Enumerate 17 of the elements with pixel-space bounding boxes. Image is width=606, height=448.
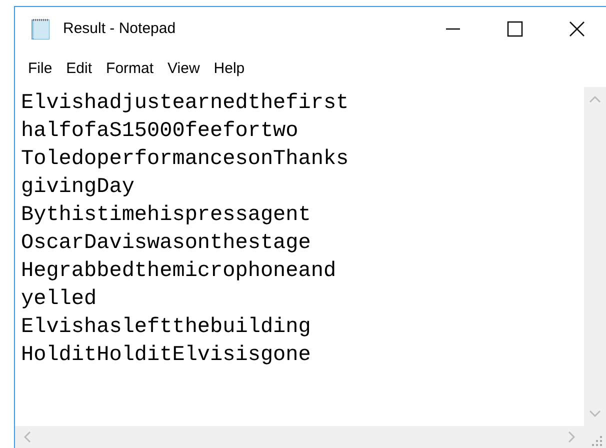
- close-icon: [569, 21, 585, 37]
- scroll-down-icon[interactable]: [589, 410, 601, 418]
- resize-grip-icon[interactable]: [592, 436, 602, 446]
- menu-item[interactable]: Help: [206, 58, 252, 80]
- scroll-right-icon[interactable]: [568, 431, 576, 443]
- window-title: Result - Notepad: [63, 18, 176, 39]
- minimize-icon: [445, 28, 461, 30]
- menu-item[interactable]: Format: [99, 58, 161, 80]
- menu-item[interactable]: Edit: [59, 58, 100, 80]
- menu-item[interactable]: File: [21, 58, 60, 80]
- maximize-icon: [507, 21, 523, 37]
- menu-item[interactable]: View: [160, 58, 207, 80]
- scroll-left-icon[interactable]: [23, 431, 31, 443]
- horizontal-scrollbar[interactable]: [15, 426, 606, 448]
- vertical-scrollbar[interactable]: [584, 87, 606, 426]
- scroll-up-icon[interactable]: [589, 95, 601, 103]
- text-area[interactable]: Elvishadjustearnedthefirst halfofaS15000feefortwo ToledoperformancesonThanks givingDay Bythistimehispressagent OscarDaviswasonthestage Hegrabbedthemicrophoneand yelled Elvishasleftthebuilding HolditHolditElvisisgone: [15, 87, 584, 426]
